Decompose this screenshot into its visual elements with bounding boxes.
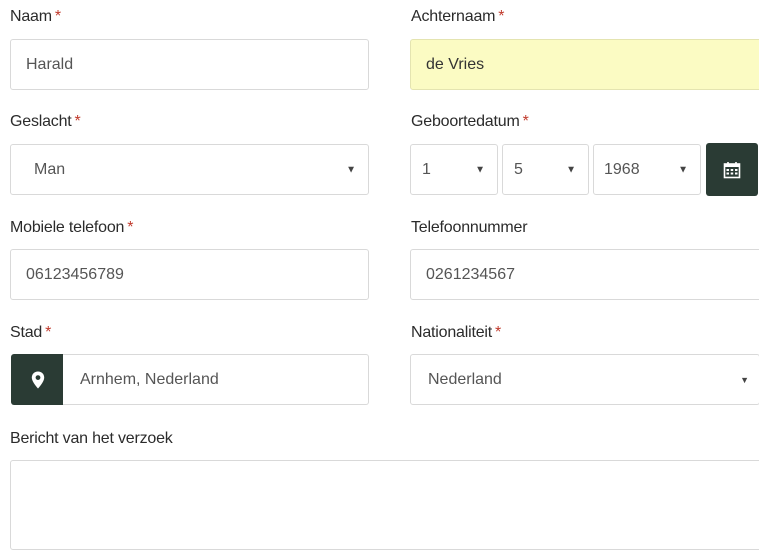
bericht-label: Bericht van het verzoek [10,430,173,447]
caret-down-icon: ▼ [346,164,356,175]
required-marker: * [45,324,52,341]
geslacht-label: Geslacht * [10,113,81,130]
bericht-textarea[interactable] [10,460,759,550]
calendar-button[interactable] [706,143,758,196]
location-addon [11,354,64,405]
caret-down-icon: ▼ [566,164,576,175]
required-marker: * [127,219,134,236]
geboortedatum-label: Geboortedatum * [411,113,529,130]
caret-down-icon: ▼ [740,374,749,385]
nationaliteit-label: Nationaliteit * [411,324,502,341]
required-marker: * [498,8,505,25]
telefoon-input[interactable]: 0261234567 [410,249,759,300]
achternaam-input[interactable]: de Vries [410,39,759,90]
required-marker: * [74,113,81,130]
required-marker: * [522,113,529,130]
naam-input[interactable]: Harald [10,39,369,90]
nationaliteit-select[interactable]: Nederland ▼ [410,354,759,405]
birth-month-select[interactable]: 5 ▼ [502,144,589,195]
birth-year-select[interactable]: 1968 ▼ [593,144,701,195]
required-marker: * [54,8,61,25]
telefoon-label: Telefoonnummer [411,219,528,236]
caret-down-icon: ▼ [475,164,485,175]
mobiel-label: Mobiele telefoon * [10,219,134,236]
caret-down-icon: ▼ [678,164,688,175]
achternaam-label: Achternaam * [411,8,505,25]
stad-input[interactable]: Arnhem, Nederland [63,354,369,405]
map-marker-icon [31,371,44,388]
stad-label: Stad * [10,324,52,341]
birth-day-select[interactable]: 1 ▼ [410,144,498,195]
naam-label: Naam * [10,8,61,25]
calendar-icon [723,161,741,178]
required-marker: * [495,324,502,341]
geslacht-select[interactable]: Man ▼ [10,144,369,195]
mobiel-input[interactable]: 06123456789 [10,249,369,300]
